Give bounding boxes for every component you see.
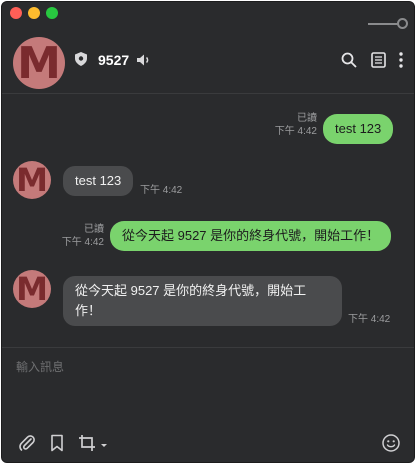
paperclip-icon[interactable] bbox=[18, 434, 36, 452]
message-time: 下午 4:42 bbox=[274, 126, 317, 137]
message-meta: 已讀 下午 4:42 bbox=[257, 112, 317, 138]
avatar-letter: M bbox=[17, 37, 61, 89]
close-window-button[interactable] bbox=[10, 7, 22, 19]
chat-window: M 9527 已讀 下午 4:42 test 123 M test 123 下午… bbox=[1, 1, 415, 463]
zoom-window-button[interactable] bbox=[46, 7, 58, 19]
speaker-icon[interactable] bbox=[136, 53, 152, 67]
message-text-line: 作！ bbox=[75, 303, 102, 318]
avatar-letter: M bbox=[16, 270, 48, 308]
incoming-message-bubble[interactable]: test 123 bbox=[63, 166, 134, 196]
message-input-placeholder: 輸入訊息 bbox=[16, 360, 65, 374]
contact-name: 9527 bbox=[98, 52, 130, 68]
message-meta: 已讀 下午 4:42 bbox=[44, 223, 104, 249]
bookmark-icon[interactable] bbox=[50, 434, 64, 452]
read-receipt: 已讀 bbox=[297, 113, 317, 124]
incoming-message-bubble[interactable]: 從今天起 9527 是你的終身代號，開始工 作！ bbox=[63, 276, 342, 326]
emoji-icon[interactable] bbox=[382, 434, 400, 452]
avatar-letter: M bbox=[16, 161, 48, 199]
chat-header: M 9527 bbox=[2, 32, 414, 94]
contact-avatar[interactable]: M bbox=[13, 37, 65, 89]
message-list[interactable]: 已讀 下午 4:42 test 123 M test 123 下午 4:42 已… bbox=[2, 95, 414, 347]
message-time: 下午 4:42 bbox=[348, 314, 391, 325]
message-time: 下午 4:42 bbox=[61, 237, 104, 248]
message-text-line: 從今天起 9527 是你的終身代號，開始工 bbox=[75, 283, 307, 298]
opacity-slider-knob[interactable] bbox=[397, 18, 408, 29]
outgoing-message-bubble[interactable]: 從今天起 9527 是你的終身代號，開始工作！ bbox=[110, 221, 392, 251]
minimize-window-button[interactable] bbox=[28, 7, 40, 19]
contact-avatar-small[interactable]: M bbox=[13, 270, 51, 308]
message-input[interactable]: 輸入訊息 bbox=[2, 347, 414, 425]
read-receipt: 已讀 bbox=[84, 224, 104, 235]
message-time: 下午 4:42 bbox=[140, 185, 183, 196]
message-text: 從今天起 9527 是你的終身代號，開始工作！ bbox=[122, 228, 380, 243]
contact-avatar-small[interactable]: M bbox=[13, 161, 51, 199]
message-text: test 123 bbox=[335, 121, 382, 136]
message-text: test 123 bbox=[75, 173, 122, 188]
shield-icon bbox=[75, 52, 87, 66]
outgoing-message-bubble[interactable]: test 123 bbox=[323, 114, 394, 144]
notes-icon[interactable] bbox=[371, 52, 386, 68]
title-bar bbox=[2, 2, 414, 29]
search-icon[interactable] bbox=[341, 52, 357, 68]
opacity-slider-track bbox=[368, 23, 400, 25]
crop-icon[interactable] bbox=[78, 434, 108, 452]
more-icon[interactable] bbox=[398, 52, 404, 68]
composer-toolbar bbox=[2, 426, 414, 462]
